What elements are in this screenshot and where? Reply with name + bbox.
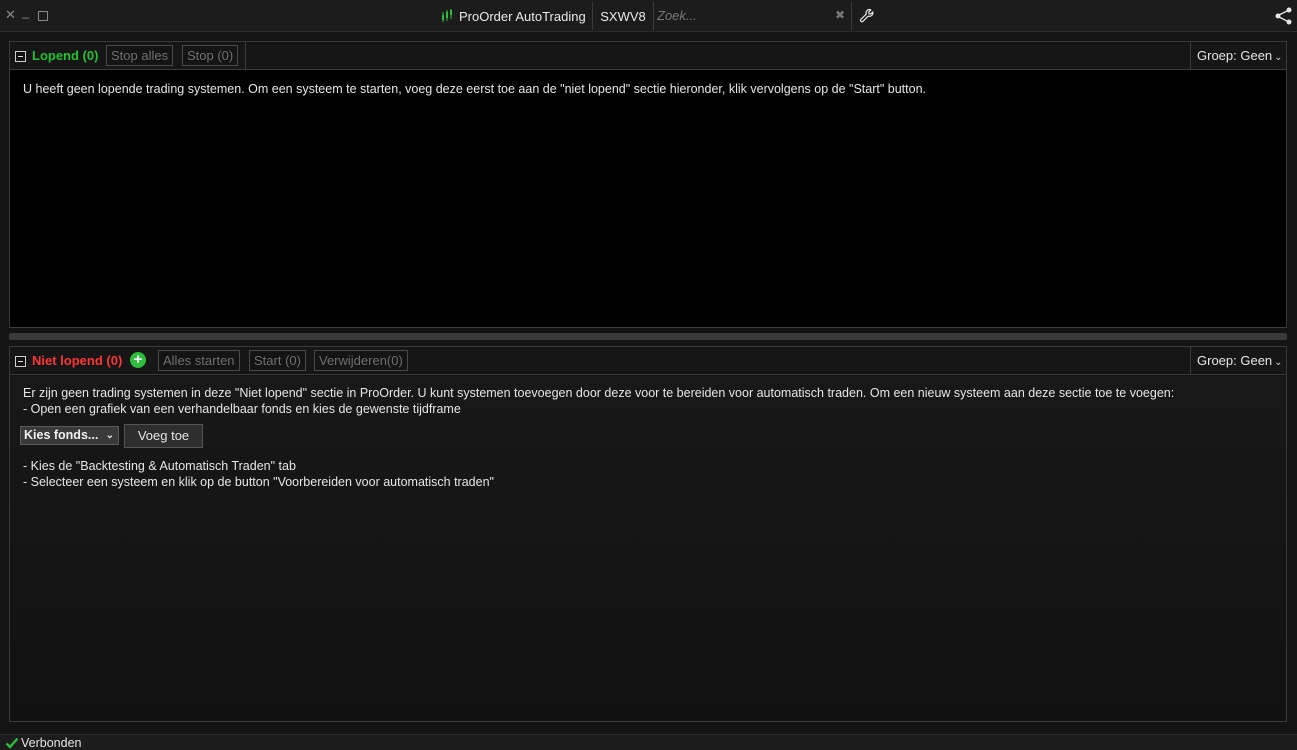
collapse-stopped-icon[interactable] [15, 356, 26, 367]
stopped-message-line4: - Selecteer een systeem en klik op de bu… [23, 475, 494, 489]
chevron-down-icon: ⌄ [1274, 52, 1283, 63]
group-select-stopped[interactable]: Groep: Geen ⌄ [1190, 347, 1286, 375]
minimize-icon[interactable]: _ [22, 4, 29, 20]
search-input[interactable] [654, 2, 834, 28]
status-bar: Verbonden [0, 734, 1297, 750]
chevron-down-icon: ⌄ [105, 430, 114, 441]
window-title: ProOrder AutoTrading [440, 0, 586, 32]
title-bar: ✕ _ ProOrder AutoTrading SXWV8 ✖ [0, 0, 1297, 32]
wrench-icon[interactable] [858, 7, 876, 25]
search-box: ✖ [654, 2, 852, 30]
running-panel-header: Lopend (0) Stop alles Stop (0) Groep: Ge… [10, 42, 1286, 70]
stopped-title: Niet lopend (0) [32, 353, 123, 368]
clear-search-icon[interactable]: ✖ [835, 8, 845, 22]
share-icon[interactable] [1274, 6, 1294, 26]
add-system-icon[interactable]: + [130, 352, 146, 368]
delete-button[interactable]: Verwijderen(0) [314, 350, 408, 371]
fund-select[interactable]: Kies fonds... ⌄ [20, 426, 119, 445]
collapse-running-icon[interactable] [15, 51, 26, 62]
running-panel-body: U heeft geen lopende trading systemen. O… [10, 71, 1286, 327]
stopped-message-line1: Er zijn geen trading systemen in deze "N… [23, 386, 1175, 400]
running-title: Lopend (0) [32, 48, 99, 63]
start-button[interactable]: Start (0) [249, 350, 306, 371]
group-select-running[interactable]: Groep: Geen ⌄ [1190, 42, 1286, 70]
stopped-message-line3: - Kies de "Backtesting & Automatisch Tra… [23, 459, 296, 473]
running-empty-message: U heeft geen lopende trading systemen. O… [23, 82, 927, 96]
chevron-down-icon: ⌄ [1274, 357, 1283, 368]
header-divider [245, 42, 246, 70]
stopped-panel-body: Er zijn geen trading systemen in deze "N… [10, 376, 1286, 721]
stopped-message-line2: - Open een grafiek van een verhandelbaar… [23, 402, 461, 416]
check-icon [5, 737, 19, 749]
group-label: Groep: Geen [1197, 353, 1273, 368]
stopped-systems-panel: Niet lopend (0) + Alles starten Start (0… [9, 346, 1287, 722]
stop-button[interactable]: Stop (0) [182, 45, 239, 66]
panel-splitter[interactable] [9, 333, 1287, 340]
close-icon[interactable]: ✕ [5, 7, 16, 23]
stopped-panel-header: Niet lopend (0) + Alles starten Start (0… [10, 347, 1286, 375]
group-label: Groep: Geen [1197, 48, 1273, 63]
maximize-icon[interactable] [38, 11, 48, 21]
connection-status: Verbonden [21, 736, 82, 750]
window-title-text: ProOrder AutoTrading [459, 8, 586, 24]
ticker-label[interactable]: SXWV8 [592, 2, 654, 30]
stop-all-button[interactable]: Stop alles [106, 45, 174, 66]
fund-select-label: Kies fonds... [24, 428, 99, 442]
running-systems-panel: Lopend (0) Stop alles Stop (0) Groep: Ge… [9, 41, 1287, 328]
start-all-button[interactable]: Alles starten [158, 350, 240, 371]
add-button[interactable]: Voeg toe [124, 424, 203, 448]
candlestick-chart-icon [442, 9, 452, 22]
